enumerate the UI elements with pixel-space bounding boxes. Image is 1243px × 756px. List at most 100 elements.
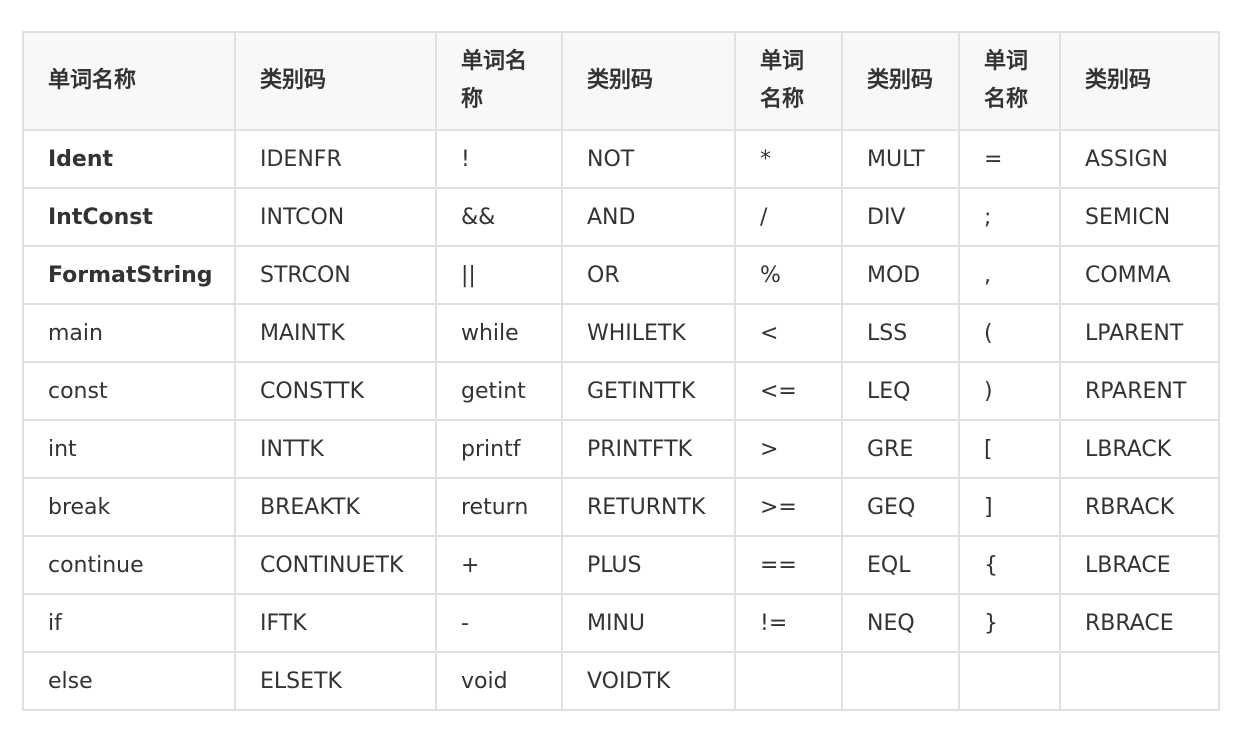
table-row: FormatString STRCON || OR % MOD , COMMA — [22, 245, 1220, 305]
table-cell — [734, 651, 843, 711]
table-row: else ELSETK void VOIDTK — [22, 651, 1220, 711]
table-cell: LSS — [841, 303, 960, 363]
table-cell: RPARENT — [1059, 361, 1220, 421]
table-cell: % — [734, 245, 843, 305]
table-cell: * — [734, 129, 843, 189]
table-cell: RBRACE — [1059, 593, 1220, 653]
table-cell: IFTK — [234, 593, 437, 653]
table-header-row: 单词名称 类别码 单词名称 类别码 单词名称 类别码 单词名称 类别码 — [22, 31, 1220, 131]
table-cell: OR — [561, 245, 736, 305]
table-cell: RBRACK — [1059, 477, 1220, 537]
table-cell: ASSIGN — [1059, 129, 1220, 189]
table-cell: MULT — [841, 129, 960, 189]
table-cell: LBRACK — [1059, 419, 1220, 479]
table-row: const CONSTTK getint GETINTTK <= LEQ ) R… — [22, 361, 1220, 421]
table-cell — [958, 651, 1061, 711]
table-cell: MINU — [561, 593, 736, 653]
table-cell: SEMICN — [1059, 187, 1220, 247]
table-cell: ; — [958, 187, 1061, 247]
table-cell: [ — [958, 419, 1061, 479]
token-category-table: 单词名称 类别码 单词名称 类别码 单词名称 类别码 单词名称 类别码 Iden… — [22, 31, 1220, 711]
table-cell: while — [435, 303, 563, 363]
table-cell: BREAKTK — [234, 477, 437, 537]
table-cell: PLUS — [561, 535, 736, 595]
table-cell: DIV — [841, 187, 960, 247]
table-cell: GRE — [841, 419, 960, 479]
table-row: main MAINTK while WHILETK < LSS ( LPAREN… — [22, 303, 1220, 363]
table-cell: return — [435, 477, 563, 537]
table-cell: getint — [435, 361, 563, 421]
table-row: Ident IDENFR ! NOT * MULT = ASSIGN — [22, 129, 1220, 189]
table-row: int INTTK printf PRINTFTK > GRE [ LBRACK — [22, 419, 1220, 479]
table-cell: VOIDTK — [561, 651, 736, 711]
table-cell: int — [22, 419, 236, 479]
table-cell: if — [22, 593, 236, 653]
table-cell: , — [958, 245, 1061, 305]
table-cell: || — [435, 245, 563, 305]
table-cell: RETURNTK — [561, 477, 736, 537]
table-cell: / — [734, 187, 843, 247]
table-cell: ) — [958, 361, 1061, 421]
table-row: continue CONTINUETK + PLUS == EQL { LBRA… — [22, 535, 1220, 595]
table-cell: >= — [734, 477, 843, 537]
table-cell: ] — [958, 477, 1061, 537]
table-cell: NEQ — [841, 593, 960, 653]
table-cell: ! — [435, 129, 563, 189]
table-cell: } — [958, 593, 1061, 653]
table-cell: + — [435, 535, 563, 595]
table-cell: PRINTFTK — [561, 419, 736, 479]
table-cell: = — [958, 129, 1061, 189]
page: 单词名称 类别码 单词名称 类别码 单词名称 类别码 单词名称 类别码 Iden… — [0, 0, 1243, 756]
table-cell: LEQ — [841, 361, 960, 421]
table-row: break BREAKTK return RETURNTK >= GEQ ] R… — [22, 477, 1220, 537]
table-cell — [841, 651, 960, 711]
table-cell: LPARENT — [1059, 303, 1220, 363]
header-word-name: 单词名称 — [435, 31, 563, 131]
table-cell: FormatString — [22, 245, 236, 305]
table-row: IntConst INTCON && AND / DIV ; SEMICN — [22, 187, 1220, 247]
table-cell: COMMA — [1059, 245, 1220, 305]
header-word-name: 单词名称 — [958, 31, 1061, 131]
table-cell: ( — [958, 303, 1061, 363]
table-cell: break — [22, 477, 236, 537]
table-cell: < — [734, 303, 843, 363]
table-cell: > — [734, 419, 843, 479]
table-cell: IntConst — [22, 187, 236, 247]
table-cell: INTTK — [234, 419, 437, 479]
header-category-code: 类别码 — [1059, 31, 1220, 131]
header-category-code: 类别码 — [841, 31, 960, 131]
table-cell: LBRACE — [1059, 535, 1220, 595]
header-word-name: 单词名称 — [22, 31, 236, 131]
table-cell: GEQ — [841, 477, 960, 537]
table-cell: AND — [561, 187, 736, 247]
table-cell: ELSETK — [234, 651, 437, 711]
table-cell: continue — [22, 535, 236, 595]
table-row: if IFTK - MINU != NEQ } RBRACE — [22, 593, 1220, 653]
table-cell: NOT — [561, 129, 736, 189]
table-cell: <= — [734, 361, 843, 421]
table-cell: MAINTK — [234, 303, 437, 363]
header-word-name: 单词名称 — [734, 31, 843, 131]
table-cell: CONTINUETK — [234, 535, 437, 595]
table-cell: CONSTTK — [234, 361, 437, 421]
table-cell: { — [958, 535, 1061, 595]
table-cell: const — [22, 361, 236, 421]
table-cell: else — [22, 651, 236, 711]
table-cell: Ident — [22, 129, 236, 189]
table-cell: - — [435, 593, 563, 653]
table-cell: EQL — [841, 535, 960, 595]
table-cell: IDENFR — [234, 129, 437, 189]
table-cell: STRCON — [234, 245, 437, 305]
table-cell: WHILETK — [561, 303, 736, 363]
table-cell: MOD — [841, 245, 960, 305]
table-cell — [1059, 651, 1220, 711]
table-cell: == — [734, 535, 843, 595]
header-category-code: 类别码 — [234, 31, 437, 131]
header-category-code: 类别码 — [561, 31, 736, 131]
table-cell: != — [734, 593, 843, 653]
table-cell: && — [435, 187, 563, 247]
table-cell: main — [22, 303, 236, 363]
table-cell: printf — [435, 419, 563, 479]
table-cell: GETINTTK — [561, 361, 736, 421]
table-cell: void — [435, 651, 563, 711]
